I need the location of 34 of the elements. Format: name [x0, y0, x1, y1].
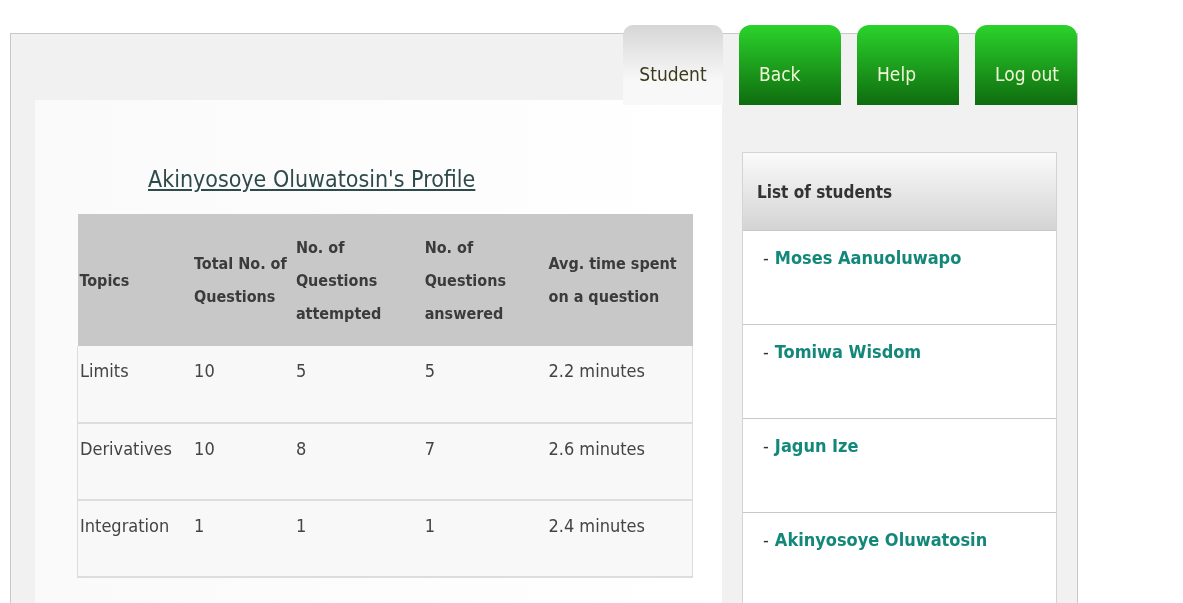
table-cell: 1	[293, 500, 423, 577]
list-title: List of students	[757, 181, 893, 202]
column-header: Topics	[77, 214, 193, 346]
student-link[interactable]: Jagun Ize	[774, 435, 859, 456]
student-link[interactable]: Moses Aanuoluwapo	[774, 247, 962, 268]
table-cell: 2.6 minutes	[546, 423, 693, 500]
table-cell: 1	[192, 500, 294, 577]
student-link[interactable]: Akinyosoye Oluwatosin	[774, 529, 988, 550]
column-header: No. of Questions attempted	[293, 214, 423, 346]
table-cell: 7	[422, 423, 547, 500]
nav-button[interactable]: Log out	[975, 25, 1077, 105]
table-cell: 2.4 minutes	[546, 500, 693, 577]
table-cell: Limits	[77, 346, 193, 423]
column-header: Avg. time spent on a question	[546, 214, 693, 346]
column-header: No. of Questions answered	[422, 214, 547, 346]
table-cell: 5	[293, 346, 423, 423]
table-cell: Integration	[77, 500, 193, 577]
student-link[interactable]: Tomiwa Wisdom	[774, 341, 922, 362]
column-header: Total No. of Questions	[192, 214, 294, 346]
table-cell: Derivatives	[77, 423, 193, 500]
table-cell: 8	[293, 423, 423, 500]
student-tab[interactable]: Student	[623, 25, 723, 105]
table-cell: 10	[192, 346, 294, 423]
table-cell: 2.2 minutes	[546, 346, 693, 423]
bullet-dash: -	[763, 341, 769, 362]
table-cell: 10	[192, 423, 294, 500]
nav-button[interactable]: Back	[739, 25, 841, 105]
nav-button[interactable]: Help	[857, 25, 959, 105]
profile-title[interactable]: Akinyosoye Oluwatosin's Profile	[148, 166, 476, 192]
bullet-dash: -	[763, 247, 769, 268]
table-cell: 1	[422, 500, 547, 577]
bullet-dash: -	[763, 529, 769, 550]
table-cell: 5	[422, 346, 547, 423]
bullet-dash: -	[763, 435, 769, 456]
